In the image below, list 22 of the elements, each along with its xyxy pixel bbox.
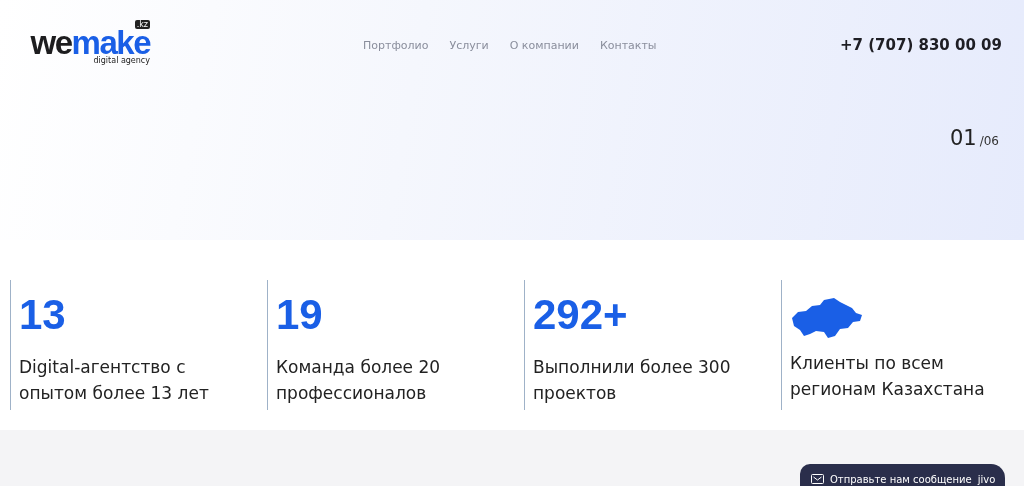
stat-number: 19 <box>276 294 323 336</box>
phone-link[interactable]: +7 (707) 830 00 09 <box>840 36 1002 54</box>
chat-brand: jivo <box>977 473 996 485</box>
stat-text: Выполнили более 300 проектов <box>533 356 732 405</box>
chat-widget[interactable]: Отправьте нам сообщение jivo <box>800 464 1005 486</box>
chat-label: Отправьте нам сообщение <box>830 473 972 485</box>
stat-text: Клиенты по всем регионам Казахстана <box>790 352 986 401</box>
stat-number: 292+ <box>533 294 628 336</box>
stat-number: 13 <box>19 294 66 336</box>
slide-current: 01 <box>949 126 977 150</box>
nav-link[interactable]: Контакты <box>599 38 657 52</box>
logo-wordmark[interactable]: wemake <box>30 29 150 56</box>
mail-icon <box>811 474 824 484</box>
slide-total: /06 <box>979 134 999 148</box>
logo-tagline: digital agency <box>93 55 150 65</box>
stat-text: Команда более 20 профессионалов <box>276 356 442 405</box>
nav-link[interactable]: Услуги <box>449 38 489 52</box>
stat-text: Digital-агентство с опытом более 13 лет <box>19 356 210 405</box>
nav-link[interactable]: Портфолио <box>363 38 429 52</box>
country-map-icon <box>790 296 865 340</box>
logo-badge: .kz <box>134 19 150 29</box>
nav-link[interactable]: О компании <box>509 38 579 52</box>
